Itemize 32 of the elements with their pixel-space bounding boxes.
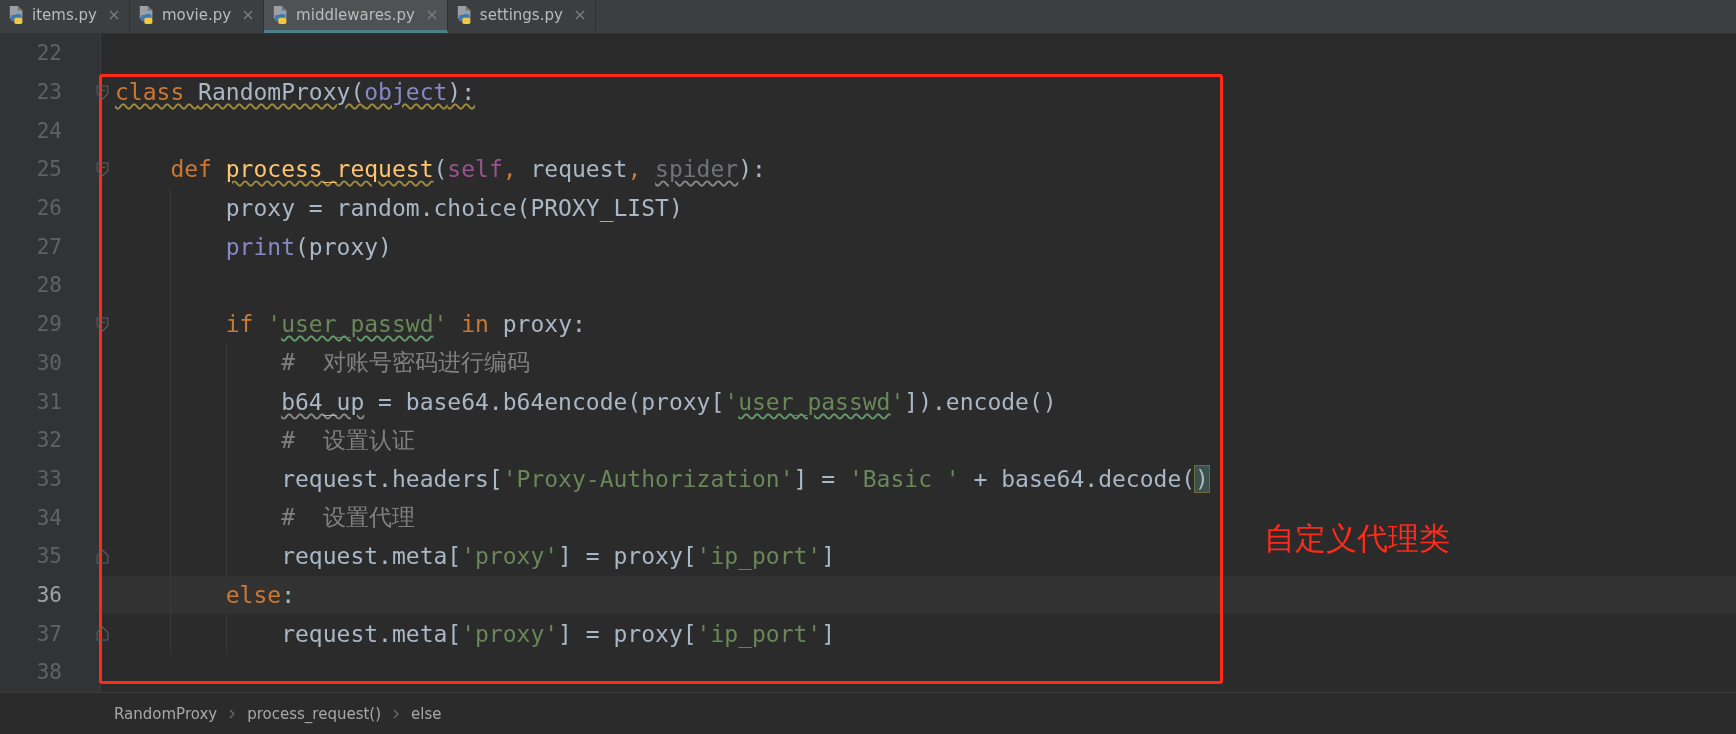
code-line: # 设置认证 bbox=[281, 425, 415, 455]
code-line: # 设置代理 bbox=[281, 503, 415, 533]
close-icon[interactable] bbox=[426, 10, 437, 20]
code-line: else: bbox=[225, 581, 295, 608]
code-line: proxy = random.choice(PROXY_LIST) bbox=[225, 195, 683, 222]
chevron-icon bbox=[229, 708, 236, 719]
breadcrumb-item[interactable]: process_request() bbox=[247, 704, 382, 723]
code-line: if 'user_passwd' in proxy: bbox=[225, 311, 586, 338]
breadcrumb-item[interactable]: else bbox=[411, 704, 442, 723]
code-line: request.meta['proxy'] = proxy['ip_port'] bbox=[281, 620, 836, 647]
close-icon[interactable] bbox=[574, 10, 585, 20]
annotation-label: 自定义代理类 bbox=[1264, 519, 1450, 558]
close-icon[interactable] bbox=[243, 10, 254, 20]
code-line: class RandomProxy(object): bbox=[115, 79, 476, 106]
code-line: b64_up = base64.b64encode(proxy['user_passwd']).encode() bbox=[281, 388, 1057, 415]
chevron-icon bbox=[393, 708, 400, 719]
code-line: def process_request(self, request, spider): bbox=[170, 156, 766, 183]
code-line: # 对账号密码进行编码 bbox=[281, 348, 530, 378]
fold-icon[interactable] bbox=[96, 84, 109, 100]
file-tab[interactable]: items.py bbox=[0, 0, 130, 33]
fold-icon[interactable] bbox=[96, 548, 109, 564]
file-tab[interactable]: middlewares.py bbox=[264, 0, 448, 33]
breadcrumb-item[interactable]: RandomProxy bbox=[114, 704, 218, 723]
code-line: print(proxy) bbox=[225, 233, 392, 260]
close-icon[interactable] bbox=[108, 10, 119, 20]
fold-icon[interactable] bbox=[96, 626, 109, 642]
code-line: request.meta['proxy'] = proxy['ip_port'] bbox=[281, 543, 836, 570]
file-tab[interactable]: settings.py bbox=[447, 0, 596, 33]
fold-icon[interactable] bbox=[96, 316, 109, 332]
code-line: request.headers['Proxy-Authorization'] = 'Basic ' + base64.decode() bbox=[281, 465, 1209, 492]
line-number: 36 bbox=[35, 582, 62, 607]
fold-icon[interactable] bbox=[96, 161, 109, 177]
